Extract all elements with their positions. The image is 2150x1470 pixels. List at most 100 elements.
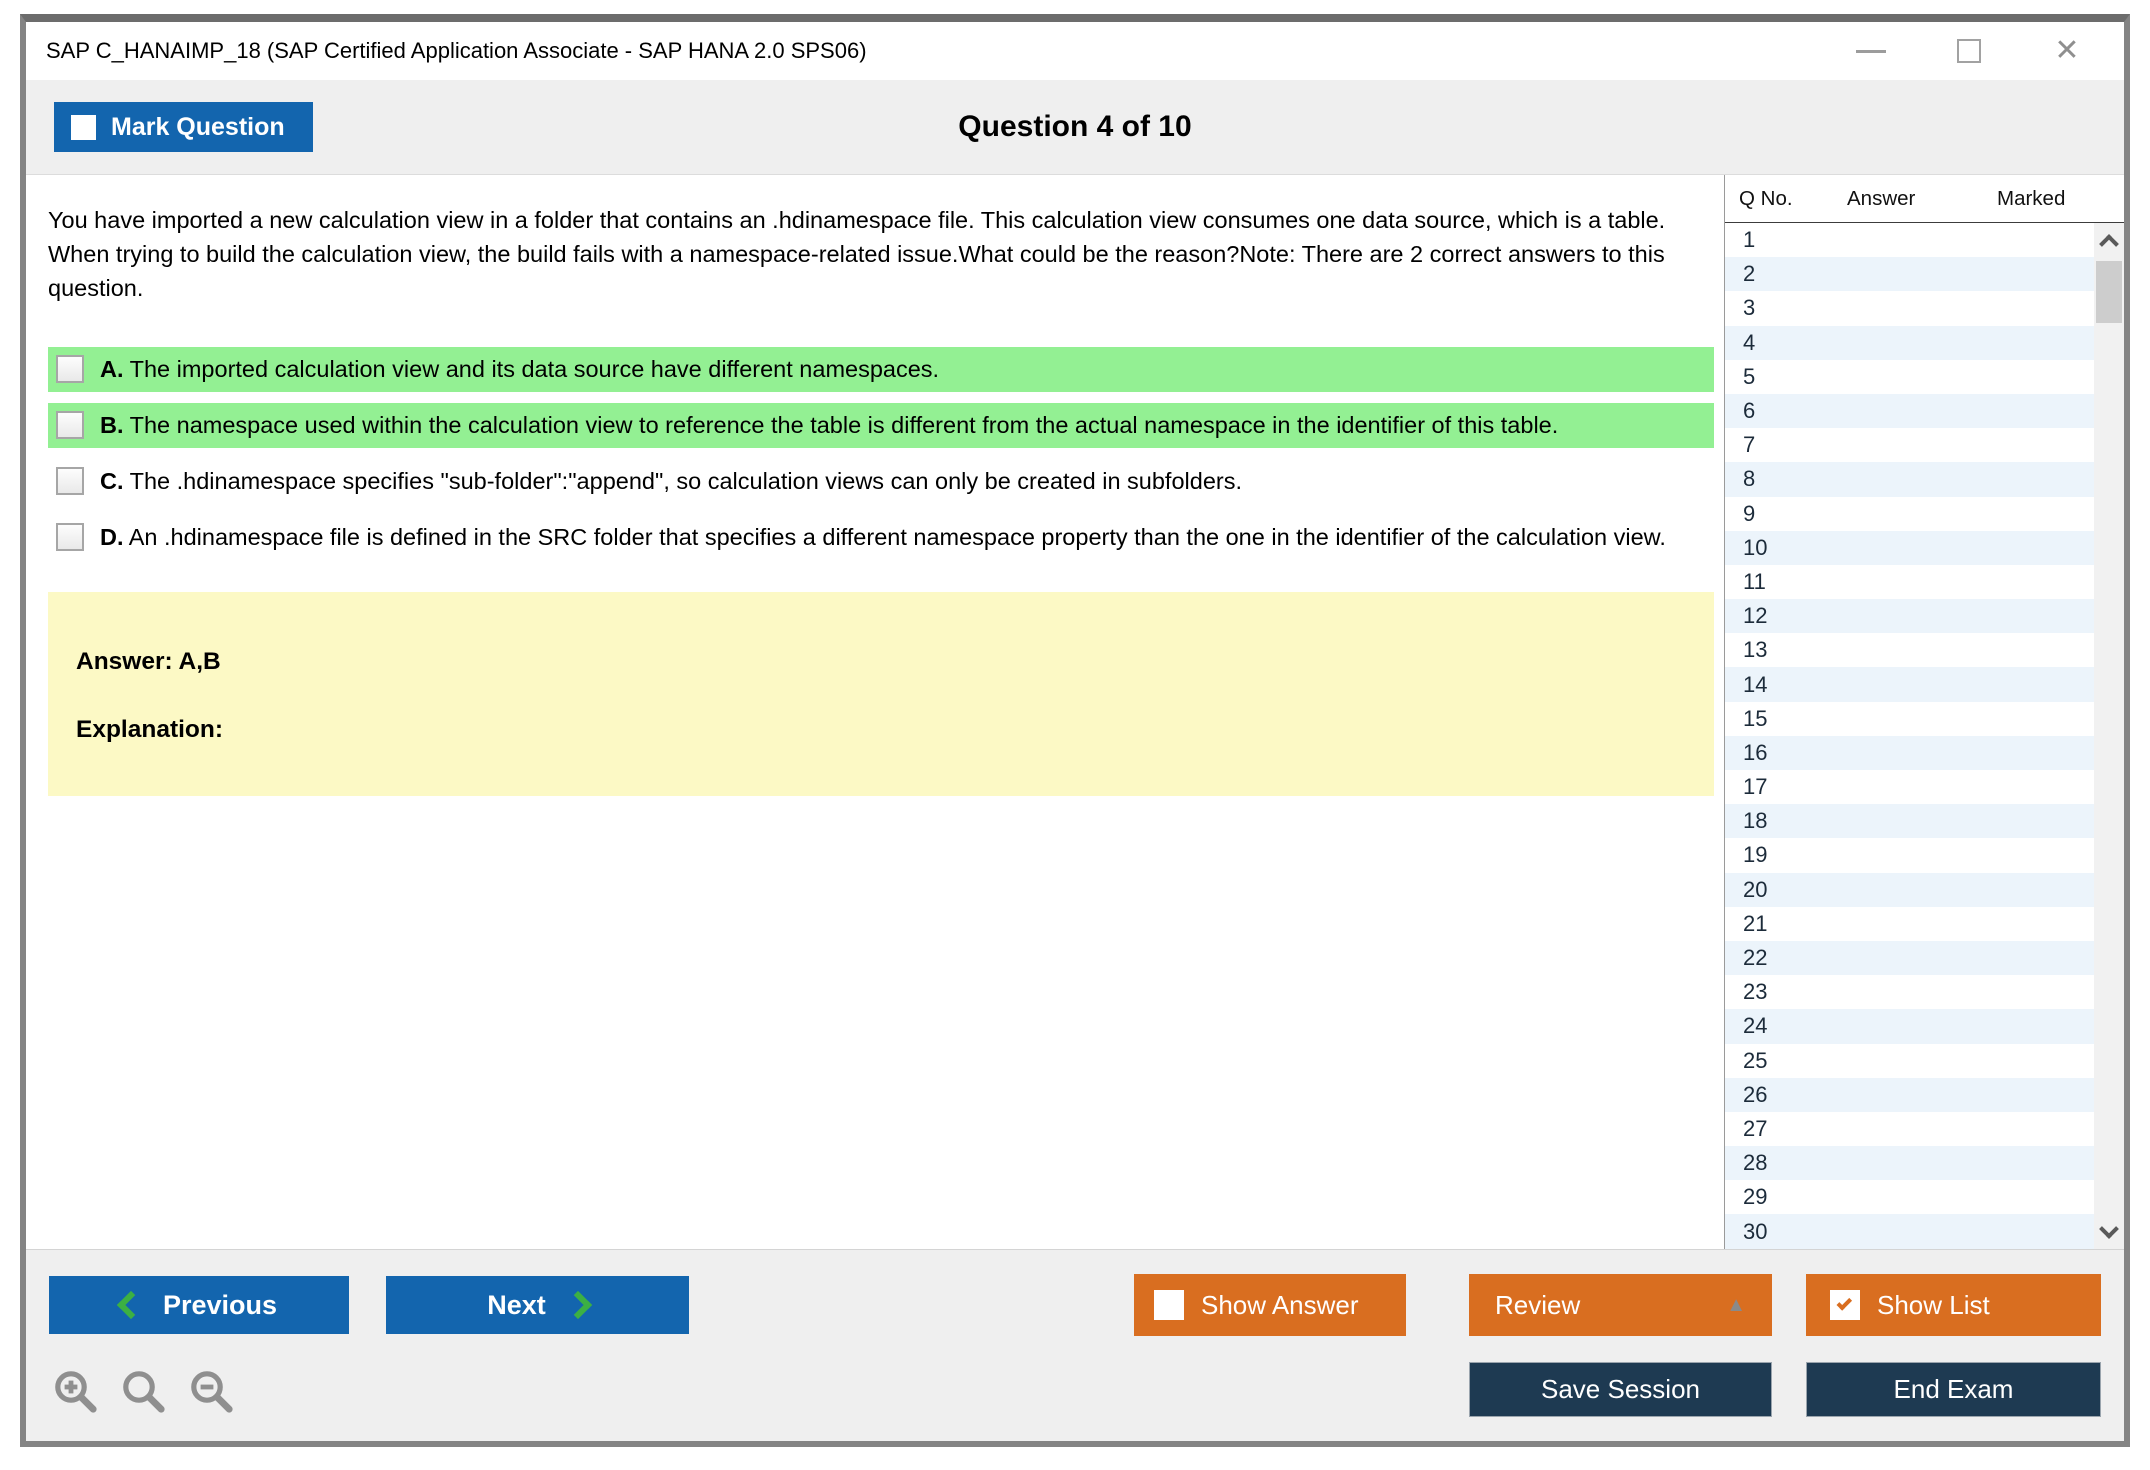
question-list-row[interactable]: 15 xyxy=(1725,702,2094,736)
question-number: 6 xyxy=(1743,398,1756,424)
question-list-row[interactable]: 12 xyxy=(1725,599,2094,634)
option-row-d[interactable]: D. An .hdinamespace file is defined in t… xyxy=(48,515,1714,560)
main-area: You have imported a new calculation view… xyxy=(26,175,2124,1249)
question-number: 29 xyxy=(1743,1184,1768,1210)
option-checkbox[interactable] xyxy=(56,467,84,495)
zoom-in-button[interactable] xyxy=(52,1368,100,1416)
option-checkbox[interactable] xyxy=(56,411,84,439)
question-list-row[interactable]: 11 xyxy=(1725,565,2094,599)
zoom-out-button[interactable] xyxy=(188,1368,236,1416)
explanation-label: Explanation: xyxy=(76,716,224,743)
end-exam-button[interactable]: End Exam xyxy=(1806,1362,2101,1417)
column-header-qno: Q No. xyxy=(1739,186,1793,210)
question-list-row[interactable]: 14 xyxy=(1725,667,2094,702)
question-list-row[interactable]: 18 xyxy=(1725,804,2094,839)
chevron-down-icon xyxy=(2099,1218,2119,1239)
answer-value: Answer: A,B xyxy=(76,648,221,675)
question-list-row[interactable]: 27 xyxy=(1725,1112,2094,1146)
show-answer-label: Show Answer xyxy=(1201,1289,1359,1320)
chevron-right-icon xyxy=(563,1290,592,1320)
minimize-icon xyxy=(1856,49,1886,53)
question-list-row[interactable]: 21 xyxy=(1725,907,2094,941)
next-button[interactable]: Next xyxy=(386,1276,689,1334)
option-body: The imported calculation view and its da… xyxy=(129,356,940,382)
question-list-row[interactable]: 13 xyxy=(1725,633,2094,667)
show-answer-button[interactable]: Show Answer xyxy=(1134,1274,1406,1336)
question-list-row[interactable]: 10 xyxy=(1725,530,2094,565)
zoom-in-icon xyxy=(55,1371,97,1413)
question-list-row[interactable]: 4 xyxy=(1725,325,2094,360)
option-text: B. The namespace used within the calcula… xyxy=(100,410,1558,441)
option-row-c[interactable]: C. The .hdinamespace specifies "sub-fold… xyxy=(48,459,1714,504)
answer-panel: Answer: A,B Explanation: xyxy=(48,592,1714,796)
question-list-row[interactable]: 19 xyxy=(1725,838,2094,872)
question-number: 18 xyxy=(1743,808,1768,834)
end-exam-label: End Exam xyxy=(1893,1374,2014,1404)
question-number: 20 xyxy=(1743,876,1768,902)
maximize-button[interactable] xyxy=(1952,34,1986,68)
zoom-toolbar xyxy=(52,1368,236,1416)
column-header-answer: Answer xyxy=(1847,186,1916,210)
question-number: 25 xyxy=(1743,1047,1768,1073)
zoom-out-icon xyxy=(191,1371,233,1413)
app-window: SAP C_HANAIMP_18 (SAP Certified Applicat… xyxy=(20,14,2130,1447)
question-list-row[interactable]: 3 xyxy=(1725,291,2094,325)
option-row-a[interactable]: A. The imported calculation view and its… xyxy=(48,347,1714,392)
minimize-button[interactable] xyxy=(1854,34,1888,68)
close-button[interactable]: ✕ xyxy=(2050,34,2084,68)
scroll-down-button[interactable] xyxy=(2094,1215,2124,1247)
question-list-row[interactable]: 8 xyxy=(1725,462,2094,497)
question-list-row[interactable]: 1 xyxy=(1725,223,2094,257)
question-list-row[interactable]: 17 xyxy=(1725,770,2094,804)
chevron-up-icon xyxy=(2099,233,2119,254)
check-icon xyxy=(1836,1295,1853,1311)
option-letter: C. xyxy=(100,468,124,494)
question-list-row[interactable]: 16 xyxy=(1725,735,2094,770)
question-list-row[interactable]: 9 xyxy=(1725,497,2094,531)
question-list-row[interactable]: 28 xyxy=(1725,1146,2094,1181)
question-list-header: Q No. Answer Marked xyxy=(1725,175,2124,223)
scrollbar-thumb[interactable] xyxy=(2096,261,2122,323)
scroll-up-button[interactable] xyxy=(2094,225,2124,257)
question-list-body: 1 2 3 4 5 6 7 8 9 10 11 12 13 14 15 16 17 18 19 20 21 22 23 24 2… xyxy=(1725,223,2124,1249)
option-body: An .hdinamespace file is defined in the … xyxy=(128,524,1666,550)
question-list-row[interactable]: 2 xyxy=(1725,257,2094,292)
question-list-row[interactable]: 5 xyxy=(1725,360,2094,394)
scrollbar[interactable] xyxy=(2094,223,2124,1249)
question-list-row[interactable]: 30 xyxy=(1725,1214,2094,1249)
question-list-row[interactable]: 7 xyxy=(1725,428,2094,462)
question-number: 17 xyxy=(1743,774,1768,800)
question-list-row[interactable]: 23 xyxy=(1725,975,2094,1009)
title-bar[interactable]: SAP C_HANAIMP_18 (SAP Certified Applicat… xyxy=(26,22,2124,80)
question-list-row[interactable]: 6 xyxy=(1725,393,2094,429)
show-list-checkbox[interactable] xyxy=(1830,1290,1860,1320)
question-number: 10 xyxy=(1743,534,1768,560)
question-number: 23 xyxy=(1743,979,1768,1005)
question-list-row[interactable]: 25 xyxy=(1725,1044,2094,1078)
question-list-row[interactable]: 22 xyxy=(1725,940,2094,976)
question-list-row[interactable]: 29 xyxy=(1725,1180,2094,1214)
question-number: 9 xyxy=(1743,500,1756,526)
question-list-row[interactable]: 26 xyxy=(1725,1077,2094,1112)
question-number: 5 xyxy=(1743,363,1756,389)
save-session-label: Save Session xyxy=(1541,1374,1700,1404)
previous-label: Previous xyxy=(162,1289,278,1320)
question-number: 14 xyxy=(1743,671,1768,697)
review-button[interactable]: Review ▲ xyxy=(1469,1274,1772,1336)
question-number: 2 xyxy=(1743,261,1756,287)
question-list-row[interactable]: 20 xyxy=(1725,872,2094,907)
zoom-reset-button[interactable] xyxy=(120,1368,168,1416)
show-answer-checkbox[interactable] xyxy=(1154,1290,1184,1320)
question-list-row[interactable]: 24 xyxy=(1725,1009,2094,1044)
window-controls: ✕ xyxy=(1854,34,2124,68)
question-number: 11 xyxy=(1743,568,1766,594)
option-checkbox[interactable] xyxy=(56,355,84,383)
magnifier-icon xyxy=(123,1371,165,1413)
show-list-button[interactable]: Show List xyxy=(1806,1274,2101,1336)
review-label: Review xyxy=(1495,1289,1581,1320)
save-session-button[interactable]: Save Session xyxy=(1469,1362,1772,1417)
option-checkbox[interactable] xyxy=(56,523,84,551)
option-row-b[interactable]: B. The namespace used within the calcula… xyxy=(48,403,1714,448)
previous-button[interactable]: Previous xyxy=(49,1276,349,1334)
close-icon: ✕ xyxy=(2054,34,2080,67)
